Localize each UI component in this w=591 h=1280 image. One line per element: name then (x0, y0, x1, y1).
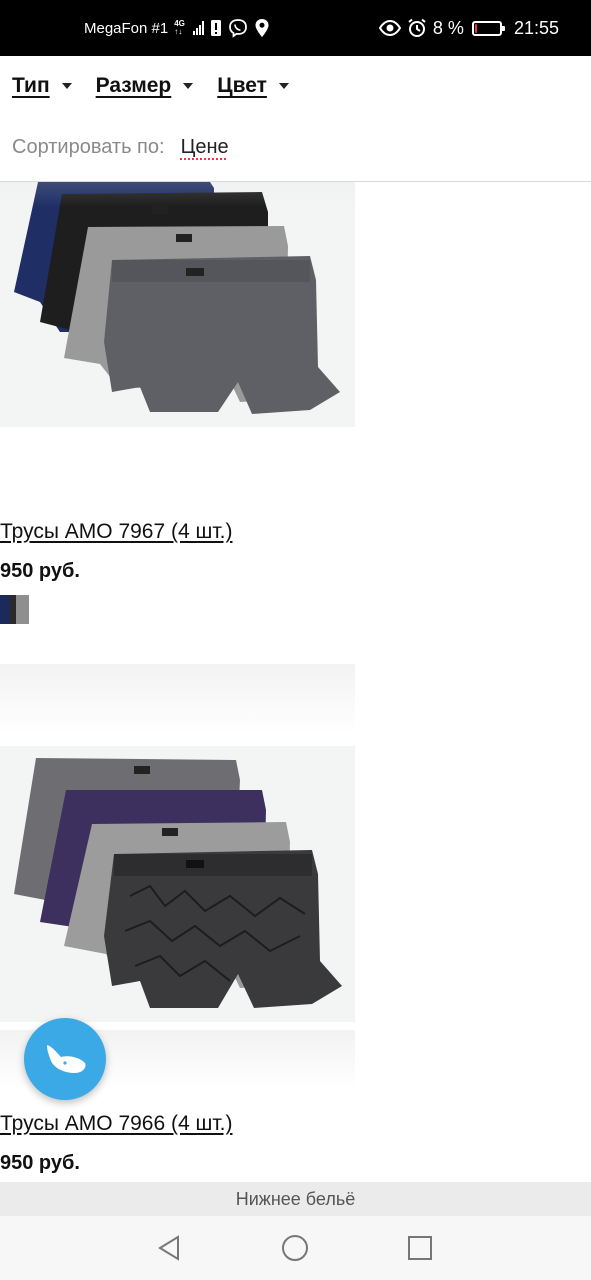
product-price: 950 руб. (0, 560, 80, 582)
size-filter-label: Размер (95, 74, 172, 97)
dropdown-arrow-icon (183, 83, 194, 89)
clock: 21:55 (513, 17, 559, 38)
location-icon (255, 19, 269, 37)
home-button[interactable] (279, 1232, 311, 1264)
back-triangle-icon (158, 1235, 179, 1261)
product-price: 950 руб. (0, 1152, 80, 1174)
battery-percent: 8 % (432, 17, 464, 38)
color-swatch[interactable] (0, 595, 29, 624)
underwear-photo-2 (0, 746, 355, 1022)
battery-icon (471, 20, 505, 36)
sort-label: Сортировать по: (12, 136, 165, 158)
status-right: 8 % 21:55 (378, 0, 559, 56)
product-image[interactable] (0, 182, 355, 427)
alarm-icon (408, 18, 426, 37)
battery-level-fill (474, 23, 477, 33)
product-title-link[interactable]: Трусы AMO 7967 (4 шт.) (0, 520, 232, 544)
dropdown-arrow-icon (278, 83, 289, 89)
viber-icon (229, 19, 247, 38)
type-filter-dropdown[interactable]: Тип (12, 74, 72, 98)
size-filter-dropdown[interactable]: Размер (96, 74, 194, 98)
sort-row: Сортировать по: Цене (12, 136, 229, 159)
color-filter-label: Цвет (217, 74, 267, 97)
filter-row: Тип Размер Цвет (12, 74, 289, 98)
product-title-link[interactable]: Трусы AMO 7966 (4 шт.) (0, 1112, 232, 1136)
category-footer-label: Нижнее бельё (0, 1182, 591, 1216)
color-filter-dropdown[interactable]: Цвет (217, 74, 289, 98)
product-image[interactable] (0, 746, 355, 1022)
chat-bubble-icon (47, 1045, 86, 1073)
dropdown-arrow-icon (61, 83, 72, 89)
network-type-icon: 4G ↑↓ (174, 19, 185, 36)
recents-square-icon (408, 1236, 432, 1260)
signal-icon (192, 21, 204, 35)
underwear-photo-1 (0, 182, 355, 427)
image-reflection (0, 664, 355, 734)
home-circle-icon (282, 1235, 308, 1261)
eye-comfort-icon (378, 20, 401, 36)
recents-button[interactable] (404, 1232, 436, 1264)
status-left: MegaFon #1 4G ↑↓ (84, 0, 270, 56)
filter-bar: Тип Размер Цвет Сортировать по: Цене (0, 56, 591, 182)
system-navigation-bar (0, 1216, 591, 1280)
back-button[interactable] (153, 1232, 185, 1264)
sort-by-price-link[interactable]: Цене (181, 136, 229, 159)
status-bar: MegaFon #1 4G ↑↓ 8 % 21:55 (0, 0, 591, 56)
carrier-name: MegaFon #1 (84, 19, 169, 37)
sim-alert-icon (210, 20, 221, 36)
type-filter-label: Тип (12, 74, 50, 97)
chat-floating-button[interactable] (24, 1018, 106, 1100)
